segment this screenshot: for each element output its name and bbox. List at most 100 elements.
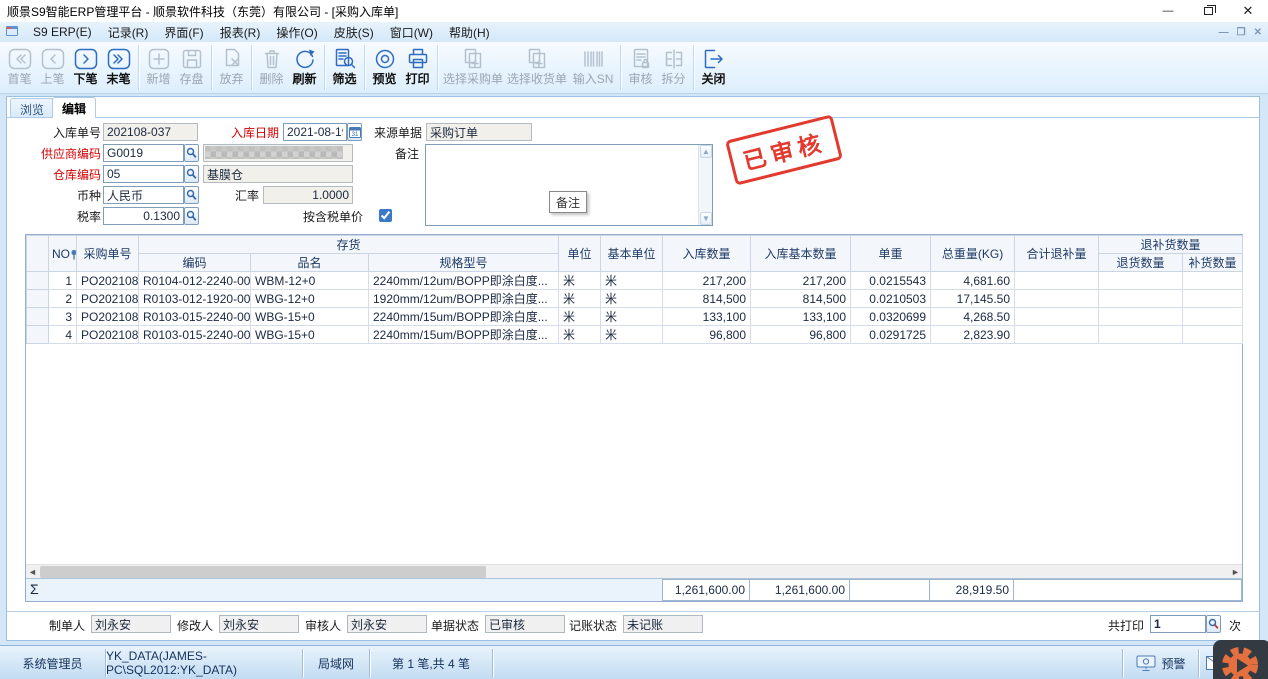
col-unit-weight[interactable]: 单重 [851,236,931,272]
doc-status-field[interactable] [485,615,565,633]
save-button[interactable]: 存盘 [175,44,208,86]
tab-browse[interactable]: 浏览 [10,98,54,117]
col-inventory-group[interactable]: 存货 [139,236,559,254]
summary-row: Σ 1,261,600.00 1,261,600.00 28,919.50 [26,578,1242,601]
restore-button[interactable] [1188,0,1228,22]
col-return-group[interactable]: 退补货数量 [1099,236,1243,254]
menu-help[interactable]: 帮助(H) [441,22,498,43]
print-button[interactable]: 打印 [401,44,434,86]
minimize-button[interactable]: — [1148,0,1188,22]
first-record-button[interactable]: 首笔 [3,44,36,86]
scroll-up-icon[interactable]: ▲ [700,145,712,158]
col-replenish-qty[interactable]: 补货数量 [1183,254,1243,272]
source-doc-field[interactable] [426,123,532,141]
col-spec[interactable]: 规格型号 [369,254,559,272]
magnifier-icon [186,189,197,201]
lookup-icon [1208,618,1219,630]
auditor-field[interactable] [347,615,427,633]
audit-button[interactable]: 审核 [624,44,657,86]
horizontal-scrollbar[interactable]: ◄ ► [26,564,1242,578]
warehouse-lookup-button[interactable] [184,165,199,183]
modifier-field[interactable] [219,615,299,633]
tax-included-checkbox[interactable] [379,209,392,222]
supplier-code-field[interactable] [103,144,184,162]
calendar-button[interactable]: 31 [347,123,362,141]
filter-icon [330,45,359,72]
col-base-unit[interactable]: 基本单位 [601,236,663,272]
print-count-lookup-button[interactable] [1206,615,1221,633]
exchange-rate-field[interactable] [263,186,353,204]
supplier-lookup-button[interactable] [184,144,199,162]
tab-edit[interactable]: 编辑 [52,97,96,118]
receipt-no-field[interactable] [103,123,198,141]
scroll-down-icon[interactable]: ▼ [700,212,712,225]
tax-rate-field[interactable] [103,207,184,225]
menu-report[interactable]: 报表(R) [212,22,269,43]
menu-window[interactable]: 窗口(W) [382,22,441,43]
print-count-field[interactable] [1150,615,1206,633]
scroll-right-icon[interactable]: ► [1229,566,1242,578]
tax-rate-lookup-button[interactable] [184,207,199,225]
next-record-button[interactable]: 下笔 [69,44,102,86]
input-sn-button[interactable]: 输入SN [569,44,617,86]
preview-button[interactable]: 预览 [368,44,401,86]
menu-skin[interactable]: 皮肤(S) [326,22,382,43]
col-return-total[interactable]: 合计退补量 [1015,236,1099,272]
scrollbar-thumb[interactable] [40,566,486,578]
new-button[interactable]: 新增 [142,44,175,86]
col-code[interactable]: 编码 [139,254,251,272]
warehouse-name-field[interactable] [203,165,353,183]
menu-operation[interactable]: 操作(O) [268,22,325,43]
warehouse-code-field[interactable] [103,165,184,183]
prev-record-button[interactable]: 上笔 [36,44,69,86]
statusbar: 系统管理员 YK_DATA(JAMES-PC\SQL2012:YK_DATA) … [0,645,1268,679]
creator-field[interactable] [91,615,171,633]
scroll-left-icon[interactable]: ◄ [26,566,39,578]
creator-label: 制单人 [49,618,91,634]
magnifier-icon [186,168,197,180]
col-qty[interactable]: 入库数量 [663,236,751,272]
mdi-minimize-button[interactable]: — [1219,27,1229,38]
table-row[interactable]: 2 PO202108-0... R0103-012-1920-00 WBG-12… [27,290,1243,308]
table-row[interactable]: 1 PO202108-0... R0104-012-2240-00 WBM-12… [27,272,1243,290]
alert-button[interactable]: 预警 [1126,646,1196,679]
close-form-button[interactable]: 关闭 [697,44,730,86]
col-total-weight[interactable]: 总重量(KG) [931,236,1015,272]
mdi-window-controls: — ❐ ✕ [1219,22,1262,42]
table-row[interactable]: 3 PO202108-0... R0103-015-2240-00 WBG-15… [27,308,1243,326]
receipt-date-field[interactable] [283,123,347,141]
companion-widget[interactable] [1213,640,1268,679]
mdi-close-button[interactable]: ✕ [1254,27,1262,38]
remark-scrollbar[interactable]: ▲ ▼ [698,145,712,225]
col-base-qty[interactable]: 入库基本数量 [751,236,851,272]
status-record-position: 第 1 笔,共 4 笔 [370,646,492,679]
table-row[interactable]: 4 PO202108-0... R0103-015-2240-00 WBG-15… [27,326,1243,344]
tax-rate-label: 税率 [31,209,101,225]
filter-button[interactable]: 筛选 [328,44,361,86]
split-button[interactable]: 拆分 [657,44,690,86]
col-name[interactable]: 品名 [251,254,369,272]
menu-record[interactable]: 记录(R) [100,22,157,43]
currency-field[interactable] [103,186,184,204]
col-return-qty[interactable]: 退货数量 [1099,254,1183,272]
app-icon [5,24,19,40]
discard-button[interactable]: 放弃 [215,44,248,86]
posting-status-field[interactable] [623,615,703,633]
print-icon [403,45,432,72]
menu-s9erp[interactable]: S9 ERP(E) [25,23,100,41]
remark-textarea[interactable] [426,145,698,225]
col-po-no[interactable]: 采购单号 [77,236,139,272]
refresh-button[interactable]: 刷新 [288,44,321,86]
currency-lookup-button[interactable] [184,186,199,204]
select-receipt-note-button[interactable]: 选择收货单 [505,44,569,86]
last-record-button[interactable]: 末笔 [102,44,135,86]
select-purchase-order-button[interactable]: 选择采购单 [441,44,505,86]
detail-table: NO 采购单号 存货 单位 基本单位 入库数量 入库基本数量 单重 总重量(KG… [26,235,1243,344]
currency-label: 币种 [31,188,101,204]
col-unit[interactable]: 单位 [559,236,601,272]
mdi-restore-button[interactable]: ❐ [1237,27,1246,38]
delete-button[interactable]: 删除 [255,44,288,86]
col-no[interactable]: NO [49,236,77,272]
close-button[interactable]: ✕ [1228,0,1268,22]
menu-interface[interactable]: 界面(F) [156,22,211,43]
